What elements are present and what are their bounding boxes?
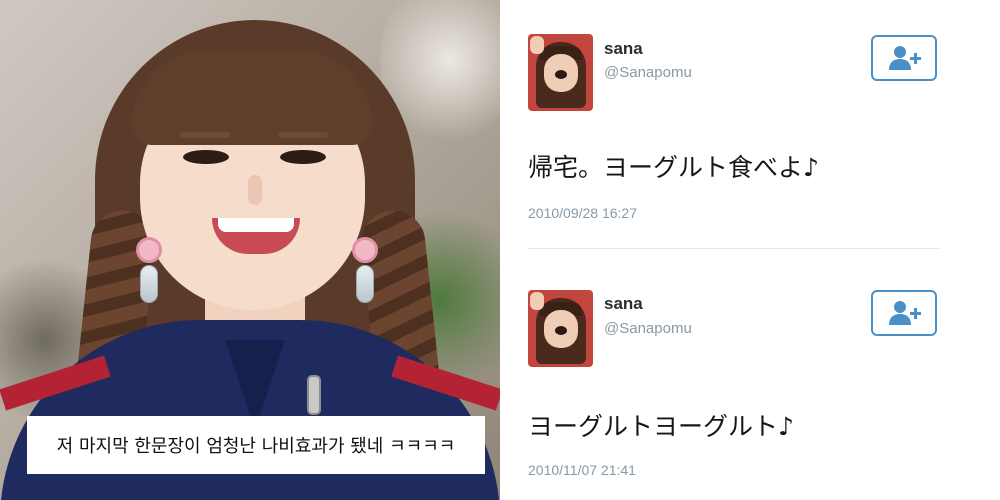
user-handle[interactable]: @Sanapomu xyxy=(604,64,692,81)
crystal-drop xyxy=(356,265,374,303)
caption-box: 저 마지막 한문장이 엄청난 나비효과가 됐네 ㅋㅋㅋㅋ xyxy=(27,416,485,474)
avatar[interactable] xyxy=(528,34,593,111)
avatar-filter-nose xyxy=(555,326,567,335)
nose xyxy=(248,175,262,205)
avatar-peace-sign xyxy=(530,36,544,54)
avatar-peace-sign xyxy=(530,292,544,310)
tweet-text: 帰宅。ヨーグルト食べよ♪ xyxy=(528,153,819,182)
left-eye xyxy=(183,150,229,164)
user-handle[interactable]: @Sanapomu xyxy=(604,320,692,337)
right-earring xyxy=(350,225,380,305)
tweet-timestamp[interactable]: 2010/11/07 21:41 xyxy=(528,462,636,478)
follow-button[interactable] xyxy=(871,35,937,81)
avatar-filter-nose xyxy=(555,70,567,79)
tweet-card: sana @Sanapomu ヨーグルトヨーグルト♪ 2010/11/07 21… xyxy=(500,252,1000,500)
left-earring xyxy=(134,225,164,305)
add-user-icon xyxy=(889,301,921,325)
photo-panel: 저 마지막 한문장이 엄청난 나비효과가 됐네 ㅋㅋㅋㅋ xyxy=(0,0,500,500)
tweet-text: ヨーグルトヨーグルト♪ xyxy=(528,412,794,441)
crystal-drop xyxy=(140,265,158,303)
bangs xyxy=(132,50,372,145)
flower-earring-top xyxy=(352,237,378,263)
tweet-card: sana @Sanapomu 帰宅。ヨーグルト食べよ♪ 2010/09/28 1… xyxy=(500,0,1000,250)
tweet-panel: sana @Sanapomu 帰宅。ヨーグルト食べよ♪ 2010/09/28 1… xyxy=(500,0,1000,500)
tweet-timestamp[interactable]: 2010/09/28 16:27 xyxy=(528,205,637,221)
follow-button[interactable] xyxy=(871,290,937,336)
left-eyebrow xyxy=(180,132,230,138)
avatar[interactable] xyxy=(528,290,593,367)
right-eyebrow xyxy=(278,132,328,138)
right-eye xyxy=(280,150,326,164)
teeth xyxy=(218,218,294,232)
flower-earring-top xyxy=(136,237,162,263)
display-name[interactable]: sana xyxy=(604,294,643,314)
caption-text: 저 마지막 한문장이 엄청난 나비효과가 됐네 ㅋㅋㅋㅋ xyxy=(56,436,456,457)
zipper-pull xyxy=(307,375,321,415)
divider xyxy=(528,248,940,249)
display-name[interactable]: sana xyxy=(604,39,643,59)
add-user-icon xyxy=(889,46,921,70)
